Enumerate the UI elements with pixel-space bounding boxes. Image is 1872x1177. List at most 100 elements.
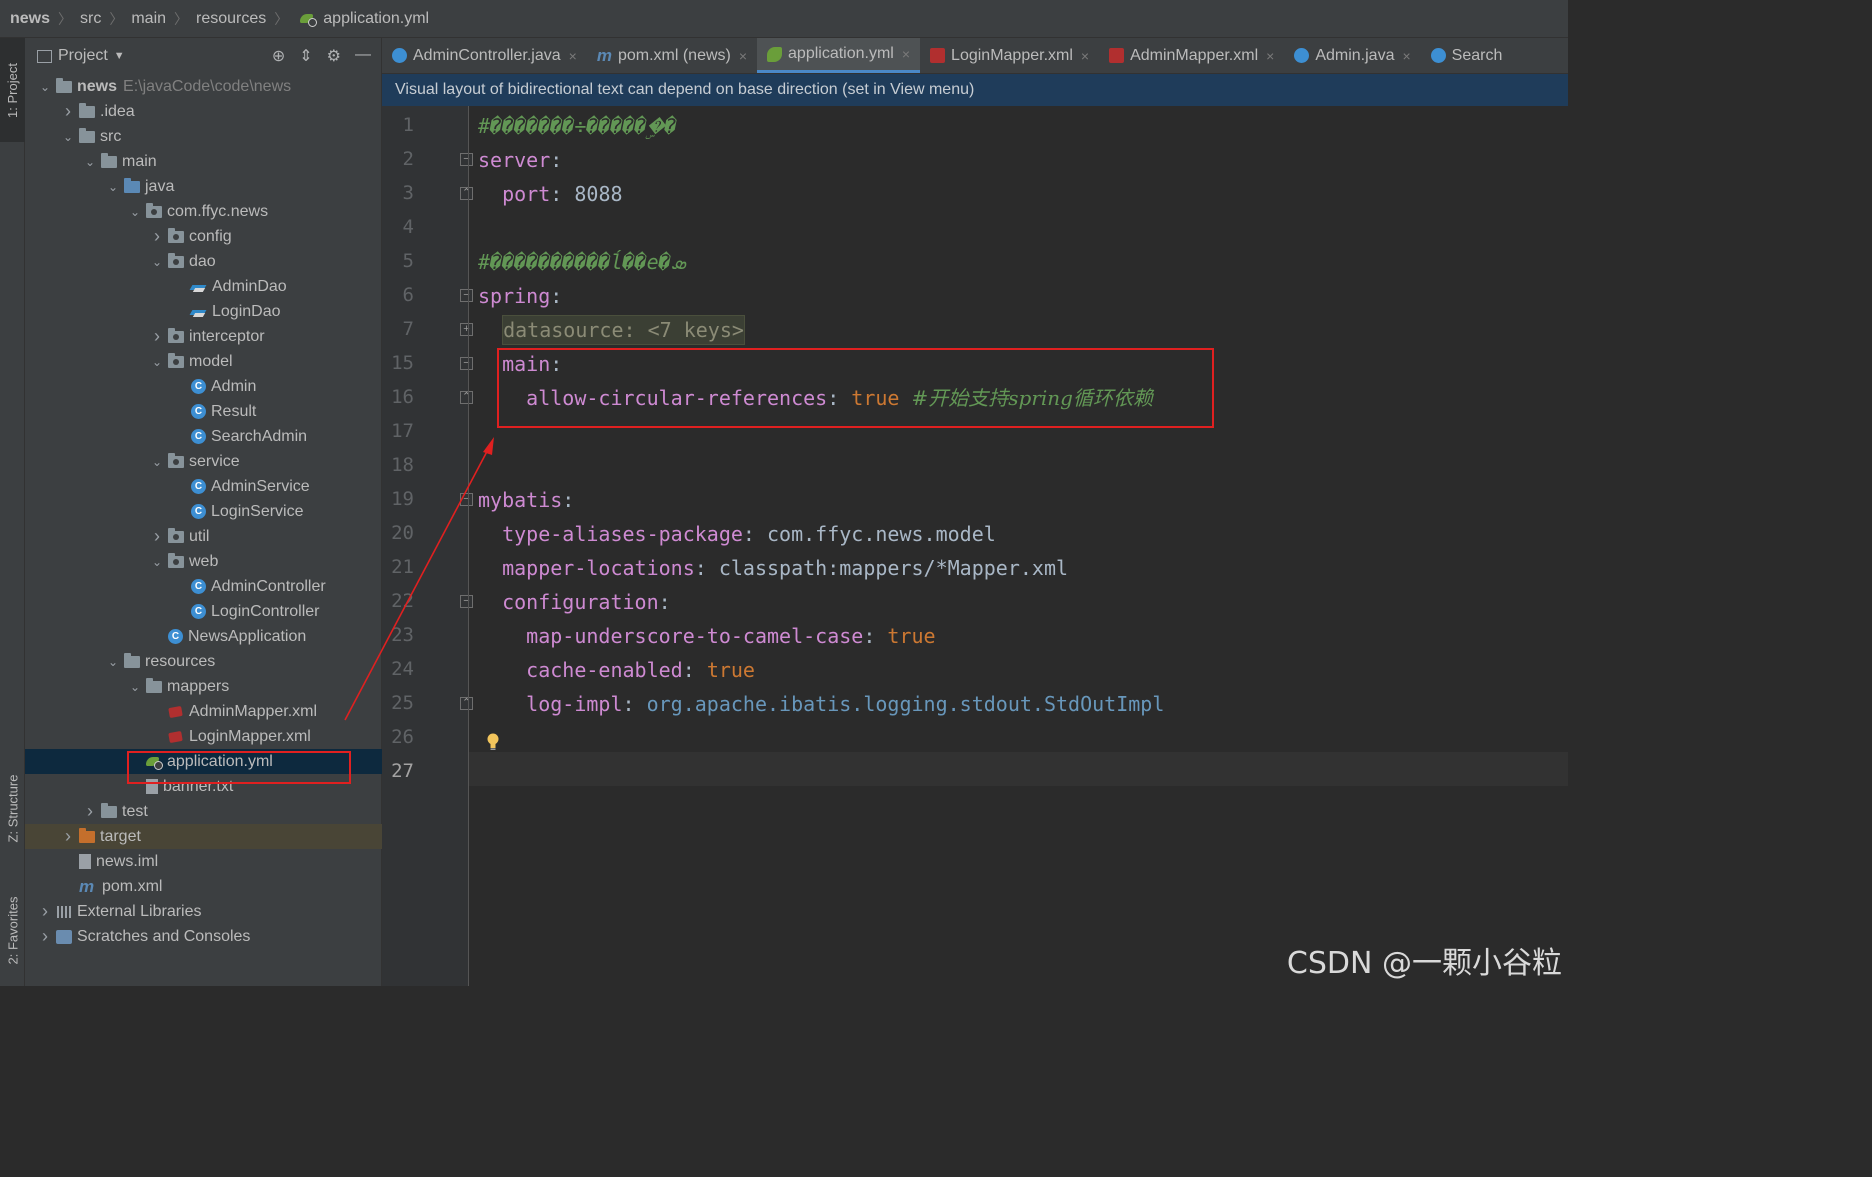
- tree-item[interactable]: ⌄ model: [25, 349, 382, 374]
- editor-tab[interactable]: AdminMapper.xml ×: [1099, 38, 1284, 73]
- breadcrumb-main[interactable]: main: [131, 10, 166, 28]
- locate-icon[interactable]: ⊕: [272, 46, 285, 66]
- tree-item[interactable]: ⌄ mappers: [25, 674, 382, 699]
- fold-marker-icon[interactable]: −: [460, 357, 473, 370]
- tree-item[interactable]: ⌄ java: [25, 174, 382, 199]
- fold-marker-icon[interactable]: ⌃: [460, 697, 473, 710]
- tool-tab-project[interactable]: 1: Project: [0, 38, 25, 142]
- chevron-right-icon[interactable]: ›: [150, 326, 164, 347]
- chevron-down-icon[interactable]: ⌄: [106, 655, 120, 669]
- tree-item[interactable]: › test: [25, 799, 382, 824]
- tree-item[interactable]: ⌄ dao: [25, 249, 382, 274]
- tree-item[interactable]: ⌄ main: [25, 149, 382, 174]
- breadcrumb-resources[interactable]: resources: [196, 10, 266, 28]
- close-icon[interactable]: ×: [1266, 48, 1274, 64]
- hide-icon[interactable]: —: [355, 46, 371, 66]
- chevron-down-icon[interactable]: ⌄: [38, 80, 52, 94]
- project-view-selector[interactable]: Project: [58, 47, 108, 65]
- chevron-right-icon[interactable]: ›: [150, 226, 164, 247]
- folder-icon: [146, 677, 162, 693]
- editor-tab[interactable]: Admin.java ×: [1284, 38, 1420, 73]
- fold-marker-icon[interactable]: ⌃: [460, 391, 473, 404]
- chevron-down-icon[interactable]: ⌄: [128, 205, 142, 219]
- tree-item[interactable]: › config: [25, 224, 382, 249]
- code-editor[interactable]: 1 2 3 4 5 6 7 15 16 17 18 19 20 21 22 23 24 25 26 27− ⌃ − + − ⌃ −…: [382, 106, 1568, 986]
- tree-item[interactable]: C LoginController: [25, 599, 382, 624]
- code-line-22: configuration:: [502, 590, 671, 614]
- tree-item[interactable]: ⌄ web: [25, 549, 382, 574]
- dropdown-arrow-icon[interactable]: ▼: [114, 50, 125, 62]
- tree-item[interactable]: › .idea: [25, 99, 382, 124]
- tool-tab-favorites[interactable]: 2: Favorites: [0, 880, 25, 980]
- breadcrumb-news[interactable]: news: [10, 10, 50, 28]
- code-line-6: spring:: [478, 284, 563, 308]
- editor-tab[interactable]: LoginMapper.xml ×: [920, 38, 1099, 73]
- tree-item[interactable]: › util: [25, 524, 382, 549]
- close-icon[interactable]: ×: [739, 48, 747, 64]
- tree-item[interactable]: › interceptor: [25, 324, 382, 349]
- editor-tab[interactable]: AdminController.java ×: [382, 38, 587, 73]
- chevron-down-icon[interactable]: ⌄: [150, 355, 164, 369]
- tree-item[interactable]: C LoginService: [25, 499, 382, 524]
- fold-marker-icon[interactable]: −: [460, 289, 473, 302]
- tree-item[interactable]: ⌄ service: [25, 449, 382, 474]
- tree-item[interactable]: C AdminController: [25, 574, 382, 599]
- collapse-all-icon[interactable]: ⇕: [299, 46, 312, 66]
- editor-tab[interactable]: application.yml ×: [757, 38, 921, 73]
- close-icon[interactable]: ×: [902, 46, 910, 62]
- fold-marker-icon[interactable]: −: [460, 153, 473, 166]
- tree-item[interactable]: AdminDao: [25, 274, 382, 299]
- chevron-right-icon[interactable]: ›: [38, 901, 52, 922]
- breadcrumb-file[interactable]: application.yml: [323, 10, 429, 28]
- tree-item[interactable]: LoginDao: [25, 299, 382, 324]
- tree-item[interactable]: C Admin: [25, 374, 382, 399]
- bidi-notice-banner: Visual layout of bidirectional text can …: [382, 74, 1568, 106]
- chevron-down-icon[interactable]: ⌄: [150, 255, 164, 269]
- chevron-right-icon[interactable]: ›: [38, 926, 52, 947]
- close-icon[interactable]: ×: [569, 48, 577, 64]
- chevron-right-icon[interactable]: ›: [150, 526, 164, 547]
- tree-item[interactable]: ⌄ src: [25, 124, 382, 149]
- chevron-right-icon[interactable]: ›: [61, 101, 75, 122]
- tree-item[interactable]: AdminMapper.xml: [25, 699, 382, 724]
- editor-tab[interactable]: m pom.xml (news) ×: [587, 38, 757, 73]
- chevron-down-icon[interactable]: ⌄: [106, 180, 120, 194]
- chevron-right-icon[interactable]: ›: [61, 826, 75, 847]
- tree-item[interactable]: news.iml: [25, 849, 382, 874]
- fold-marker-icon[interactable]: −: [460, 595, 473, 608]
- tree-item[interactable]: C Result: [25, 399, 382, 424]
- breadcrumb-src[interactable]: src: [80, 10, 101, 28]
- tree-item[interactable]: m pom.xml: [25, 874, 382, 899]
- tree-item[interactable]: › target: [25, 824, 382, 849]
- fold-marker-icon[interactable]: +: [460, 323, 473, 336]
- tree-item[interactable]: ⌄ resources: [25, 649, 382, 674]
- chevron-right-icon[interactable]: ›: [83, 801, 97, 822]
- lightbulb-icon[interactable]: [486, 733, 500, 751]
- tree-item[interactable]: C AdminService: [25, 474, 382, 499]
- tree-item-label: dao: [189, 252, 216, 270]
- tree-item[interactable]: ⌄ com.ffyc.news: [25, 199, 382, 224]
- fold-marker-icon[interactable]: −: [460, 493, 473, 506]
- gear-icon[interactable]: ⚙: [327, 46, 341, 66]
- fold-marker-icon[interactable]: ⌃: [460, 187, 473, 200]
- tree-item[interactable]: LoginMapper.xml: [25, 724, 382, 749]
- tree-item[interactable]: C SearchAdmin: [25, 424, 382, 449]
- package-icon: [146, 202, 162, 218]
- close-icon[interactable]: ×: [1402, 48, 1410, 64]
- chevron-down-icon[interactable]: ⌄: [83, 155, 97, 169]
- tool-tab-structure[interactable]: Z: Structure: [0, 758, 25, 858]
- editor-tab[interactable]: Search: [1421, 38, 1513, 73]
- chevron-down-icon[interactable]: ⌄: [150, 455, 164, 469]
- folder-icon: [79, 127, 95, 143]
- close-icon[interactable]: ×: [1081, 48, 1089, 64]
- chevron-down-icon[interactable]: ⌄: [128, 680, 142, 694]
- tree-item[interactable]: C NewsApplication: [25, 624, 382, 649]
- tree-item[interactable]: ⌄ news E:\javaCode\code\news: [25, 74, 382, 99]
- code-line-1: #�������÷������ۣ�: [478, 114, 677, 138]
- folded-region[interactable]: datasource: <7 keys>: [502, 315, 745, 345]
- tree-item[interactable]: › Scratches and Consoles: [25, 924, 382, 949]
- chevron-down-icon[interactable]: ⌄: [61, 130, 75, 144]
- tree-item[interactable]: › External Libraries: [25, 899, 382, 924]
- chevron-down-icon[interactable]: ⌄: [150, 555, 164, 569]
- tree-item-label: src: [100, 127, 122, 145]
